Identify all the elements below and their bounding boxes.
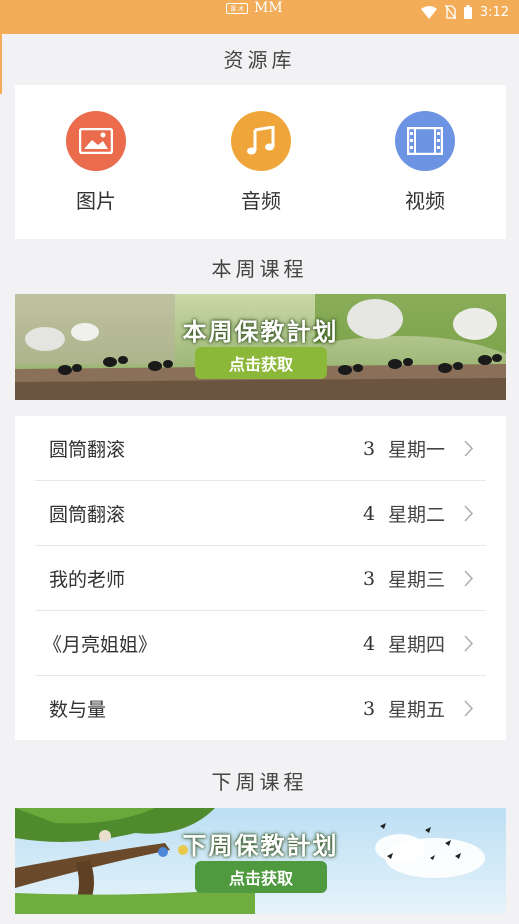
course-day: 星期五 bbox=[388, 699, 446, 721]
resource-label: 视频 bbox=[405, 189, 445, 213]
no-sim-icon bbox=[444, 5, 456, 19]
clock-time: 3:12 bbox=[479, 4, 509, 20]
resource-audio-button[interactable]: 音频 bbox=[211, 111, 311, 214]
course-day: 星期一 bbox=[388, 439, 446, 461]
course-count: 3 bbox=[363, 437, 376, 460]
course-name: 我的老师 bbox=[49, 569, 126, 591]
course-name: 《月亮姐姐》 bbox=[43, 634, 158, 656]
chevron-right-icon bbox=[464, 440, 474, 457]
get-plan-button[interactable]: 点击获取 bbox=[195, 861, 327, 893]
course-name: 圆筒翻滚 bbox=[49, 439, 126, 461]
banner-title: 本周保教計划 bbox=[182, 318, 339, 346]
next-week-banner[interactable]: 下周保教計划 点击获取 bbox=[15, 808, 506, 914]
course-count: 4 bbox=[363, 632, 376, 655]
chevron-right-icon bbox=[464, 635, 474, 652]
status-bar: 课 术 MM 3:12 bbox=[0, 0, 519, 34]
chevron-right-icon bbox=[464, 570, 474, 587]
list-item[interactable]: 数与量 3 星期五 bbox=[15, 676, 506, 741]
list-item[interactable]: 我的老师 3 星期三 bbox=[15, 546, 506, 611]
resource-images-button[interactable]: 图片 bbox=[46, 111, 146, 214]
app-badge: 课 术 bbox=[226, 2, 248, 14]
course-day: 星期四 bbox=[388, 634, 446, 656]
next-week-title: 下周课程 bbox=[211, 770, 308, 794]
this-week-title: 本周课程 bbox=[211, 257, 308, 281]
get-plan-button[interactable]: 点击获取 bbox=[195, 347, 327, 379]
chevron-right-icon bbox=[464, 700, 474, 717]
course-name: 圆筒翻滚 bbox=[49, 504, 126, 526]
list-item[interactable]: 圆筒翻滚 3 星期一 bbox=[15, 416, 506, 481]
banner-title: 下周保教計划 bbox=[182, 832, 339, 860]
image-icon bbox=[66, 111, 126, 171]
this-week-banner[interactable]: 本周保教計划 点击获取 bbox=[15, 294, 506, 400]
status-icons: 3:12 bbox=[420, 3, 509, 21]
music-icon bbox=[231, 111, 291, 171]
video-icon bbox=[395, 111, 455, 171]
list-item[interactable]: 《月亮姐姐》 4 星期四 bbox=[15, 611, 506, 676]
resource-card: 图片 音频 视频 bbox=[15, 85, 506, 239]
status-app-indicator: 课 术 MM bbox=[226, 0, 283, 16]
resource-label: 音频 bbox=[241, 189, 281, 213]
course-day: 星期三 bbox=[388, 569, 446, 591]
resource-section-title: 资源库 bbox=[223, 48, 296, 72]
course-day: 星期二 bbox=[388, 504, 446, 526]
list-item[interactable]: 圆筒翻滚 4 星期二 bbox=[15, 481, 506, 546]
resource-video-button[interactable]: 视频 bbox=[375, 111, 475, 214]
course-list: 圆筒翻滚 3 星期一 圆筒翻滚 4 星期二 我的老师 3 星期三 《月亮姐姐》 … bbox=[15, 416, 506, 740]
chevron-right-icon bbox=[464, 505, 474, 522]
app-name: MM bbox=[254, 0, 283, 16]
course-count: 3 bbox=[363, 567, 376, 590]
course-name: 数与量 bbox=[49, 699, 107, 721]
course-count: 4 bbox=[363, 502, 376, 525]
wifi-icon bbox=[420, 5, 437, 19]
battery-icon bbox=[463, 5, 472, 19]
resource-label: 图片 bbox=[76, 189, 116, 213]
course-count: 3 bbox=[363, 697, 376, 720]
